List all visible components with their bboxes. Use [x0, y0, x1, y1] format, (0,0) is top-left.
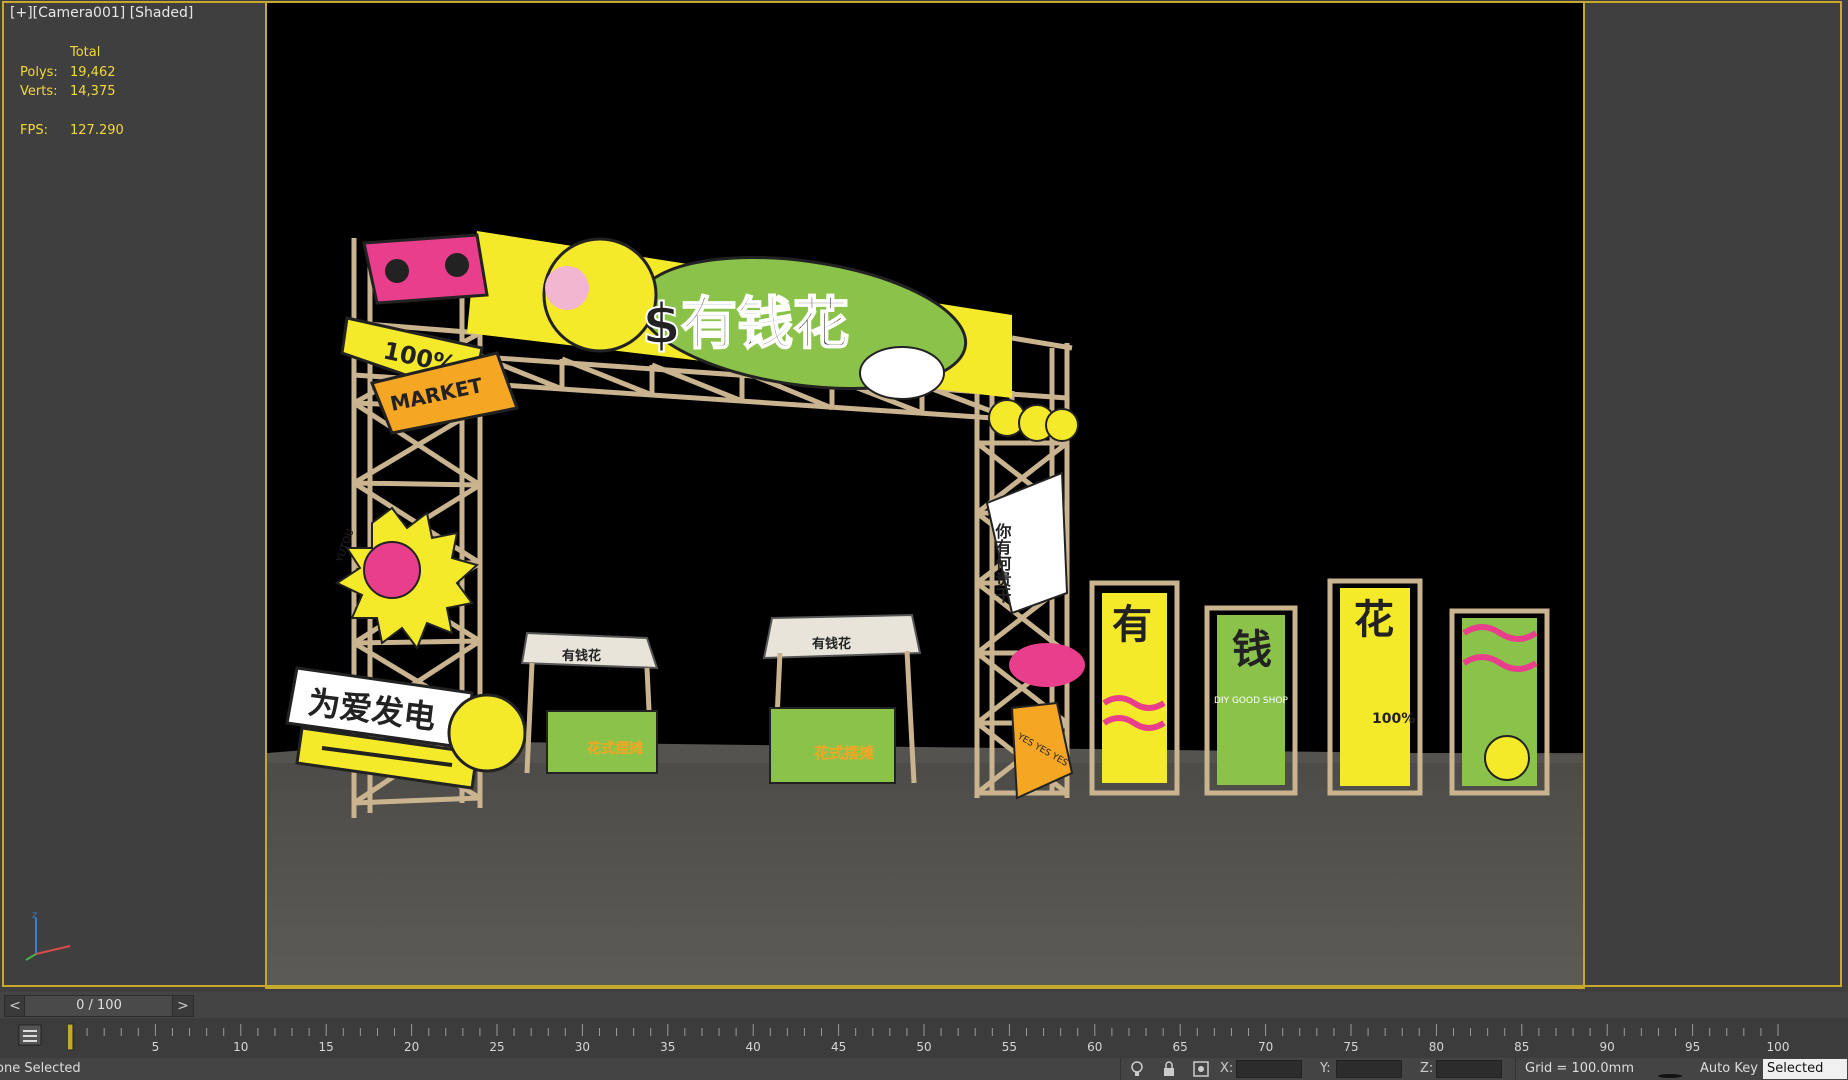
frame-tick-label: 50	[916, 1040, 931, 1054]
frame-tick-label: 5	[152, 1040, 160, 1054]
frame-tick-label: 60	[1087, 1040, 1102, 1054]
camera-viewport[interactable]: [+][Camera001] [Shaded] Total Polys: 19,4…	[0, 0, 1848, 992]
pink-cloud	[1009, 643, 1085, 687]
frame-tick-label: 30	[575, 1040, 590, 1054]
frame-tick-label: 90	[1600, 1040, 1615, 1054]
frame-tick-label: 45	[831, 1040, 846, 1054]
z-coordinate-input[interactable]	[1436, 1060, 1502, 1078]
viewport-menu-plus[interactable]: [+]	[10, 5, 33, 21]
svg-text:100%: 100%	[1372, 711, 1415, 727]
z-label: Z:	[1420, 1061, 1434, 1076]
frame-tick-label: 35	[660, 1040, 675, 1054]
frame-tick-label: 55	[1002, 1040, 1017, 1054]
key-filter-dropdown[interactable]: Selected	[1763, 1059, 1847, 1079]
banner-title: $有钱花	[642, 292, 849, 357]
isolate-light-icon[interactable]	[1128, 1060, 1146, 1078]
frame-tick-label: 20	[404, 1040, 419, 1054]
viewport-statistics: Total Polys: 19,462 Verts: 14,375 FPS: 127.…	[20, 43, 124, 140]
next-frame-button[interactable]: >	[172, 995, 194, 1017]
x-coordinate-input[interactable]	[1236, 1060, 1302, 1078]
stats-row-fps: FPS: 127.290	[20, 122, 124, 138]
render-safe-frame[interactable]: $有钱花 100% MARKET YUTOU 为爱发电 你有何贵干 YES YE…	[265, 1, 1585, 989]
stats-header: Total	[70, 45, 101, 60]
y-coordinate-input[interactable]	[1336, 1060, 1402, 1078]
frame-tick-label: 40	[746, 1040, 761, 1054]
auto-key-button[interactable]: Auto Key	[1700, 1061, 1758, 1076]
svg-text:DIY GOOD SHOP: DIY GOOD SHOP	[1214, 696, 1288, 706]
frame-tick-label: 25	[489, 1040, 504, 1054]
set-key-icon[interactable]	[1655, 1060, 1685, 1078]
svg-text:有钱花: 有钱花	[812, 636, 851, 652]
svg-text:有钱花: 有钱花	[562, 648, 601, 664]
grid-size: Grid = 100.0mm	[1525, 1061, 1634, 1076]
svg-text:花: 花	[1354, 597, 1394, 643]
y-label: Y:	[1320, 1061, 1331, 1076]
absolute-mode-icon[interactable]	[1192, 1060, 1210, 1078]
trackbar-ruler[interactable]: 5 10 15 20 25 30 35 40 45 50 55 60 65 70 75 80 85 90 95 100	[68, 1018, 1840, 1058]
frame-tick-label: 80	[1429, 1040, 1444, 1054]
viewport-label: [+][Camera001] [Shaded]	[10, 5, 193, 21]
frame-tick-label: 65	[1173, 1040, 1188, 1054]
axis-gizmo-icon: z	[25, 912, 71, 961]
viewport-shading-menu[interactable]: [Shaded]	[130, 5, 194, 21]
svg-text:钱: 钱	[1232, 627, 1272, 673]
frame-tick-label: 70	[1258, 1040, 1273, 1054]
svg-text:花式摆摊: 花式摆摊	[814, 744, 874, 762]
viewport-camera-menu[interactable]: [Camera001]	[33, 5, 126, 21]
curve-editor-icon[interactable]	[18, 1024, 42, 1046]
scene-render: $有钱花 100% MARKET YUTOU 为爱发电 你有何贵干 YES YE…	[267, 231, 1583, 987]
frame-tick-label: 15	[319, 1040, 334, 1054]
vertical-banner-2: 钱 DIY GOOD SHOP	[1204, 605, 1298, 796]
frame-tick-label: 100	[1767, 1040, 1790, 1054]
stats-row-verts: Verts: 14,375	[20, 84, 116, 99]
vertical-banner-1: 有	[1089, 580, 1180, 796]
frame-tick-label: 10	[233, 1040, 248, 1054]
time-slider-bar: < 0 / 100 >	[0, 992, 1848, 1018]
frame-tick-label: 75	[1343, 1040, 1358, 1054]
status-bar: one Selected X: Y: Z: Grid = 100.0mm Aut…	[0, 1058, 1848, 1080]
time-slider[interactable]: 0 / 100	[24, 995, 174, 1017]
trackbar[interactable]: 5 10 15 20 25 30 35 40 45 50 55 60 65 70 75 80 85 90 95 100	[0, 1018, 1848, 1058]
current-frame-marker[interactable]	[68, 1023, 74, 1051]
svg-text:有: 有	[1112, 602, 1152, 648]
frame-tick-label: 95	[1685, 1040, 1700, 1054]
vertical-banner-4	[1449, 608, 1550, 796]
previous-frame-button[interactable]: <	[4, 995, 26, 1017]
svg-text:z: z	[32, 912, 37, 921]
selection-lock-icon[interactable]	[1160, 1060, 1178, 1078]
stats-row-polys: Polys: 19,462	[20, 64, 116, 80]
svg-text:花式摆摊: 花式摆摊	[587, 740, 643, 757]
frame-tick-label: 85	[1514, 1040, 1529, 1054]
vertical-banner-3: 花 100%	[1327, 578, 1423, 796]
pink-ticket	[362, 233, 489, 305]
selection-status: one Selected	[0, 1061, 81, 1076]
x-label: X:	[1220, 1061, 1234, 1076]
svg-text:你有何贵干: 你有何贵干	[993, 522, 1013, 604]
